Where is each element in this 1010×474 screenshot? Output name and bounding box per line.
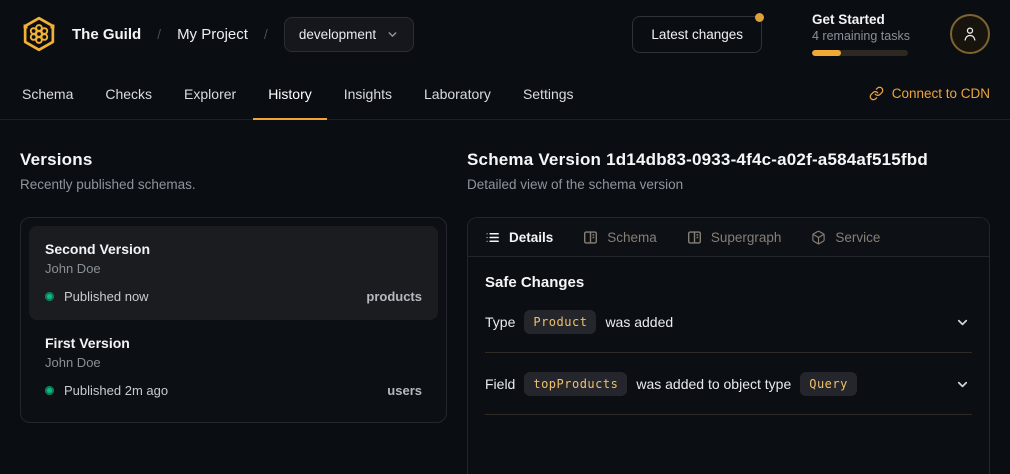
versions-subtitle: Recently published schemas. (20, 177, 447, 192)
nav-right: Connect to CDN (869, 68, 1004, 119)
detail-tab-service[interactable]: Service (811, 230, 880, 245)
detail-tab-label: Details (509, 230, 553, 245)
tab-explorer[interactable]: Explorer (169, 68, 251, 119)
code-badge: topProducts (524, 372, 627, 396)
version-detail-panel: Details Schema (467, 217, 990, 474)
detail-tab-label: Supergraph (711, 230, 782, 245)
version-list-item-first-version[interactable]: First Version John Doe Published 2m ago … (29, 320, 438, 414)
version-author: John Doe (45, 355, 422, 370)
link-icon (869, 86, 884, 101)
project-name[interactable]: My Project (177, 26, 248, 43)
safe-changes-title: Safe Changes (485, 274, 972, 291)
get-started-remaining: 4 remaining tasks (812, 29, 908, 43)
tab-laboratory[interactable]: Laboratory (409, 68, 506, 119)
change-text: Type (485, 314, 515, 330)
schema-version-title: Schema Version 1d14db83-0933-4f4c-a02f-a… (467, 150, 990, 170)
change-row-type-added[interactable]: Type Product was added (485, 291, 972, 353)
environment-select-value: development (299, 27, 376, 42)
change-text: Field (485, 376, 515, 392)
published-status-dot (45, 386, 54, 395)
tab-insights[interactable]: Insights (329, 68, 407, 119)
chevron-down-icon[interactable] (955, 377, 970, 392)
change-text: was added (605, 314, 673, 330)
change-text: was added to object type (636, 376, 791, 392)
get-started-title: Get Started (812, 12, 908, 27)
main-content: Versions Recently published schemas. Sec… (0, 120, 1010, 474)
version-status-row: Published 2m ago users (45, 383, 422, 398)
breadcrumb-separator: / (262, 26, 270, 42)
get-started-progress-fill (812, 50, 841, 56)
notification-dot (755, 13, 764, 22)
version-author: John Doe (45, 261, 422, 276)
detail-tabs: Details Schema (468, 218, 989, 257)
version-list-item-second-version[interactable]: Second Version John Doe Published now pr… (29, 226, 438, 320)
schema-version-subtitle: Detailed view of the schema version (467, 177, 990, 192)
environment-select[interactable]: development (284, 17, 414, 52)
chevron-down-icon[interactable] (955, 315, 970, 330)
target-nav: Schema Checks Explorer History Insights … (0, 68, 1010, 120)
cube-icon (811, 230, 826, 245)
connect-to-cdn-link[interactable]: Connect to CDN (869, 86, 990, 101)
latest-changes-label: Latest changes (651, 27, 743, 42)
version-name: First Version (45, 335, 422, 351)
columns-icon (687, 230, 702, 245)
code-badge: Query (800, 372, 857, 396)
detail-tab-supergraph[interactable]: Supergraph (687, 230, 782, 245)
header-actions: Latest changes Get Started 4 remaining t… (632, 12, 990, 56)
org-name[interactable]: The Guild (72, 26, 141, 43)
user-avatar[interactable] (950, 14, 990, 54)
detail-tab-schema[interactable]: Schema (583, 230, 657, 245)
detail-tab-label: Service (835, 230, 880, 245)
chevron-down-icon (386, 28, 399, 41)
version-list: Second Version John Doe Published now pr… (20, 217, 447, 423)
get-started-widget[interactable]: Get Started 4 remaining tasks (812, 12, 908, 56)
detail-body: Safe Changes Type Product was added Fiel… (468, 257, 989, 432)
version-service: users (387, 383, 422, 398)
version-status-row: Published now products (45, 289, 422, 304)
breadcrumb: The Guild / My Project / development (20, 15, 414, 53)
latest-changes-button[interactable]: Latest changes (632, 16, 762, 53)
tab-schema[interactable]: Schema (7, 68, 88, 119)
list-icon (485, 230, 500, 245)
version-detail-column: Schema Version 1d14db83-0933-4f4c-a02f-a… (467, 120, 990, 474)
columns-icon (583, 230, 598, 245)
connect-to-cdn-label: Connect to CDN (892, 86, 990, 101)
change-row-field-added[interactable]: Field topProducts was added to object ty… (485, 353, 972, 415)
detail-tab-label: Schema (607, 230, 657, 245)
breadcrumb-separator: / (155, 26, 163, 42)
tab-history[interactable]: History (253, 68, 327, 119)
get-started-progress-bar (812, 50, 908, 56)
app-header: The Guild / My Project / development Lat… (0, 0, 1010, 68)
version-status: Published 2m ago (64, 383, 168, 398)
detail-tab-details[interactable]: Details (485, 230, 553, 245)
hive-logo-icon[interactable] (20, 15, 58, 53)
user-icon (961, 25, 979, 43)
version-service: products (366, 289, 422, 304)
version-name: Second Version (45, 241, 422, 257)
version-status: Published now (64, 289, 149, 304)
published-status-dot (45, 292, 54, 301)
tab-settings[interactable]: Settings (508, 68, 589, 119)
tab-checks[interactable]: Checks (90, 68, 167, 119)
versions-column: Versions Recently published schemas. Sec… (20, 120, 447, 474)
versions-title: Versions (20, 150, 447, 170)
code-badge: Product (524, 310, 596, 334)
